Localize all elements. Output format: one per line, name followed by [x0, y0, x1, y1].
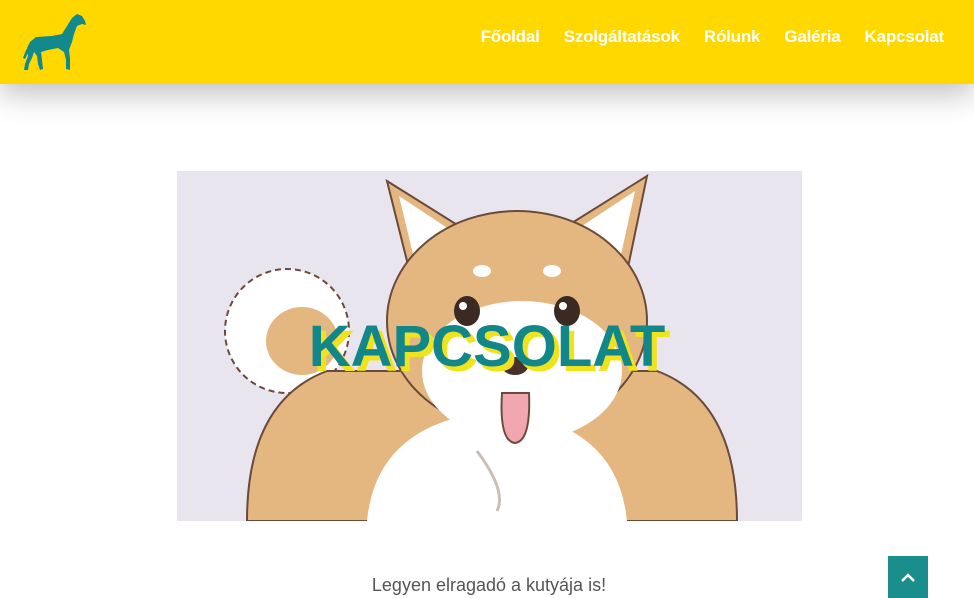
- scroll-to-top-button[interactable]: [888, 556, 928, 598]
- site-header: Főoldal Szolgáltatások Rólunk Galéria Ka…: [0, 0, 974, 84]
- nav-link-services[interactable]: Szolgáltatások: [564, 27, 680, 46]
- nav-link-gallery[interactable]: Galéria: [784, 27, 840, 46]
- nav-link-about[interactable]: Rólunk: [704, 27, 761, 46]
- nav-link-contact[interactable]: Kapcsolat: [865, 27, 945, 46]
- page-title: KAPCSOLAT: [308, 314, 666, 379]
- logo-link[interactable]: [22, 12, 88, 72]
- tagline: Legyen elragadó a kutyája is!: [371, 575, 607, 595]
- nav-link-home[interactable]: Főoldal: [481, 27, 540, 46]
- greyhound-logo-icon: [23, 14, 86, 70]
- main-nav: Főoldal Szolgáltatások Rólunk Galéria Ka…: [457, 27, 945, 47]
- chevron-up-icon: [901, 573, 915, 582]
